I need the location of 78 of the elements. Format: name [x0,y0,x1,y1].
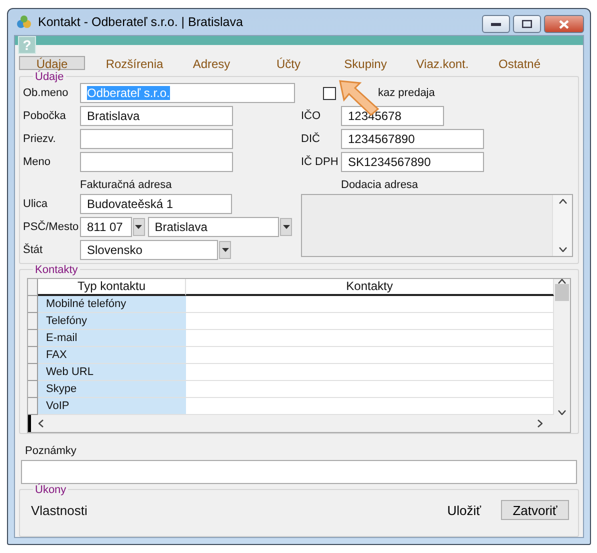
dropdown-button[interactable] [280,218,292,236]
close-icon [559,20,569,28]
save-button[interactable]: Uložiť [447,502,481,518]
tab[interactable]: Adresy [173,56,250,70]
input-field[interactable]: Slovensko [80,240,218,260]
table-cell[interactable] [186,296,554,313]
table-cell[interactable] [186,364,554,381]
input-field[interactable] [80,129,233,149]
row-header[interactable] [28,313,38,330]
checkbox[interactable] [323,86,336,100]
table-cell: Mobilné telefóny [38,296,186,313]
field-label: PSČ/Mesto [23,221,80,233]
dropdown-button[interactable] [132,218,145,236]
row-header[interactable] [28,330,38,347]
table-cell: FAX [38,347,186,364]
input-field[interactable]: 12345678 [341,106,444,126]
notes-field[interactable] [21,460,577,484]
row-header[interactable] [28,296,38,313]
table-cell[interactable] [186,347,554,364]
input-field[interactable]: Budovateěská 1 [80,194,232,214]
input-field[interactable]: Bratislava [148,217,280,237]
close-dialog-button[interactable]: Zatvoriť [501,500,569,520]
field-label: DIČ [301,133,321,145]
section-heading: Dodacia adresa [341,179,418,191]
tab[interactable]: Rozšírenia [96,56,173,70]
field-label: IČO [301,110,322,122]
table-cell[interactable] [186,381,554,398]
field-label: Priezv. [23,133,57,145]
row-header[interactable] [28,364,38,381]
vertical-scrollbar[interactable] [554,279,570,415]
table-cell: E-mail [38,330,186,347]
checkbox-label: kaz predaja [378,87,435,99]
group-legend: Údaje [33,71,66,83]
horizontal-scrollbar[interactable] [28,415,570,432]
tab[interactable]: Ostatné [481,56,558,70]
input-field[interactable] [80,152,233,172]
tab[interactable]: Skupiny [327,56,404,70]
table-cell[interactable] [186,313,554,330]
section-heading: Fakturačná adresa [80,179,172,191]
input-field[interactable]: Bratislava [80,106,233,126]
maximize-icon [522,20,532,28]
field-label: Ob.meno [23,87,70,99]
dropdown-button[interactable] [219,241,231,259]
close-button[interactable] [544,15,584,33]
maximize-button[interactable] [513,15,541,33]
table-cell: VoIP [38,398,186,415]
field-label: Ulica [23,198,48,210]
properties-label: Vlastnosti [31,502,88,518]
minimize-button[interactable] [482,15,510,33]
column-header[interactable]: Kontakty [186,279,554,296]
window-title: Kontakt - Odberateľ s.r.o. | Bratislava [38,15,244,29]
input-field[interactable]: 1234567890 [341,129,484,149]
tab[interactable]: Údaje [19,56,85,70]
field-label: IČ DPH [301,156,340,168]
row-header[interactable] [28,347,38,364]
app-logo-icon [16,15,32,29]
input-field[interactable]: 811 07 [80,217,132,237]
table-cell: Web URL [38,364,186,381]
field-label: Poznámky [25,445,76,457]
caret-icon [222,248,228,252]
scroll-thumb[interactable] [555,284,569,301]
table-cell[interactable] [186,330,554,347]
table-cell: Telefóny [38,313,186,330]
caret-icon [282,225,290,229]
field-label: Štát [23,244,44,256]
tab[interactable]: Viaz.kont. [404,56,481,70]
minimize-icon [491,22,501,26]
row-header[interactable] [28,279,38,296]
tab[interactable]: Účty [250,56,327,70]
group-legend: Úkony [33,484,68,496]
field-label: Pobočka [23,110,67,122]
row-header[interactable] [28,398,38,415]
caret-icon [135,225,142,229]
table-cell: Skype [38,381,186,398]
row-header[interactable] [28,381,38,398]
group-legend: Kontakty [33,264,80,276]
input-field[interactable]: SK1234567890 [341,152,484,172]
field-label: Meno [23,156,52,168]
